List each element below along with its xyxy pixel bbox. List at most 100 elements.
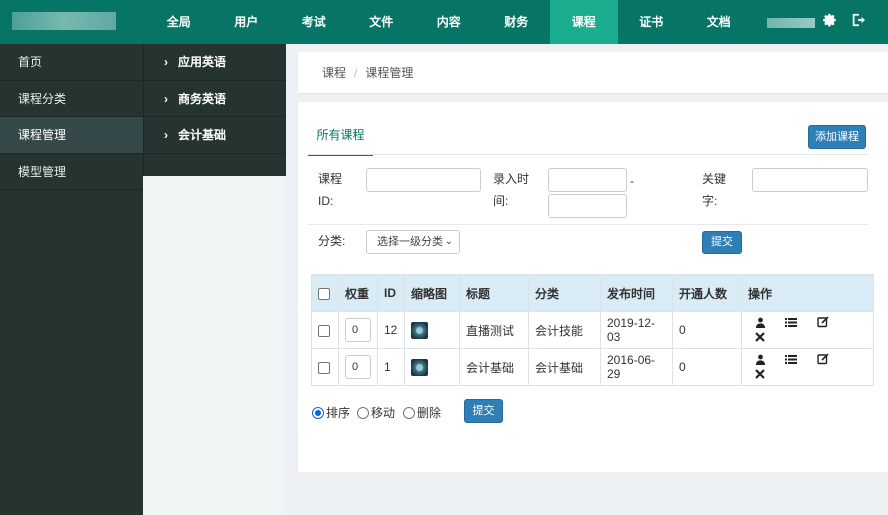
user-icon[interactable] <box>746 317 774 331</box>
row-checkbox[interactable] <box>318 324 330 337</box>
table-row: 0 1 会计基础 会计基础 2016-06-29 0 <box>311 348 874 386</box>
course-thumbnail[interactable] <box>411 358 428 376</box>
breadcrumb-separator: / <box>354 66 358 80</box>
row-checkbox[interactable] <box>318 361 330 374</box>
weight-input[interactable]: 0 <box>345 355 371 379</box>
title-cell: 会计基础 <box>459 348 529 386</box>
submenu-label: 商务英语 <box>178 91 227 106</box>
category-label: 分类: <box>318 234 346 248</box>
breadcrumb: 课程 / 课程管理 <box>298 52 888 94</box>
submenu-item-applied-english[interactable]: › 应用英语 <box>144 44 286 81</box>
weight-cell: 0 <box>338 348 378 386</box>
add-course-button[interactable]: 添加课程 <box>808 125 866 149</box>
table-header-row: 权重 ID 缩略图 标题 分类 发布时间 开通人数 操作 <box>311 274 874 312</box>
course-id-label-line2: ID: <box>318 194 334 208</box>
published-cell: 2019-12-03 <box>600 311 673 349</box>
course-id-input[interactable] <box>366 168 481 192</box>
course-panel: 所有课程 添加课程 课程 ID: 录入时 间: - 关键 字: 分类: 选择一级… <box>298 102 888 472</box>
bulk-option-move[interactable]: 移动 <box>357 404 395 421</box>
entry-time-label-line2: 间: <box>493 194 509 208</box>
submenu-item-accounting-basics[interactable]: › 会计基础 <box>144 117 286 154</box>
thumbnail-cell <box>404 348 460 386</box>
logout-icon[interactable] <box>850 13 866 29</box>
nav-content[interactable]: 内容 <box>415 0 483 44</box>
course-thumbnail[interactable] <box>411 321 428 339</box>
tab-divider <box>308 154 868 155</box>
course-submenu: › 应用英语 › 商务英语 › 会计基础 <box>143 44 286 176</box>
submenu-item-business-english[interactable]: › 商务英语 <box>144 81 286 117</box>
column-enrolled: 开通人数 <box>672 274 742 312</box>
nav-users[interactable]: 用户 <box>213 0 281 44</box>
submenu-label: 应用英语 <box>178 55 227 69</box>
breadcrumb-current: 课程管理 <box>365 66 414 80</box>
submenu-background <box>143 176 286 515</box>
entry-time-label-line1: 录入时 <box>493 172 530 186</box>
category-select[interactable]: 选择一级分类 ⌄ <box>366 230 460 254</box>
sidebar-item-model-management[interactable]: 模型管理 <box>0 154 143 190</box>
breadcrumb-root[interactable]: 课程 <box>322 66 346 80</box>
nav-finance[interactable]: 财务 <box>483 0 551 44</box>
enrolled-cell: 0 <box>672 311 742 349</box>
filter-submit-button[interactable]: 提交 <box>702 231 742 254</box>
date-range-dash: - <box>630 174 634 188</box>
keyword-input[interactable] <box>752 168 868 192</box>
logo[interactable] <box>12 12 116 30</box>
column-thumbnail: 缩略图 <box>404 274 460 312</box>
chevron-right-icon: › <box>164 55 168 69</box>
bulk-option-label: 排序 <box>326 406 351 420</box>
gear-icon[interactable] <box>822 13 838 29</box>
sidebar-item-course-categories[interactable]: 课程分类 <box>0 81 143 117</box>
nav-certificates[interactable]: 证书 <box>618 0 686 44</box>
column-id: ID <box>377 274 405 312</box>
bulk-option-sort[interactable]: 排序 <box>312 404 350 421</box>
start-date-input[interactable] <box>548 168 627 192</box>
bulk-option-label: 删除 <box>417 406 442 420</box>
end-date-input[interactable] <box>548 194 627 218</box>
course-id-label-line1: 课程 <box>318 172 343 186</box>
actions-cell <box>741 311 874 349</box>
filter-divider <box>308 224 868 225</box>
list-icon[interactable] <box>777 317 805 331</box>
radio-move[interactable] <box>357 406 369 419</box>
category-cell: 会计基础 <box>528 348 601 386</box>
radio-delete[interactable] <box>403 406 415 419</box>
bulk-option-delete[interactable]: 删除 <box>403 404 441 421</box>
nav-courses[interactable]: 课程 <box>550 0 618 44</box>
select-all-checkbox[interactable] <box>318 287 330 300</box>
bulk-submit-button[interactable]: 提交 <box>464 399 503 423</box>
title-cell: 直播测试 <box>459 311 529 349</box>
edit-icon[interactable] <box>809 315 837 331</box>
column-published: 发布时间 <box>600 274 673 312</box>
sidebar: 首页 课程分类 课程管理 模型管理 <box>0 44 143 515</box>
radio-sort[interactable] <box>312 406 324 419</box>
nav-exams[interactable]: 考试 <box>280 0 348 44</box>
username[interactable] <box>767 18 815 28</box>
delete-icon[interactable] <box>746 331 774 345</box>
category-select-value: 选择一级分类 <box>377 236 443 248</box>
id-cell: 12 <box>377 311 405 349</box>
edit-icon[interactable] <box>809 352 837 368</box>
column-category: 分类 <box>528 274 601 312</box>
list-icon[interactable] <box>777 354 805 368</box>
nav-documents[interactable]: 文档 <box>685 0 753 44</box>
chevron-right-icon: › <box>164 91 168 106</box>
sidebar-item-home[interactable]: 首页 <box>0 44 143 81</box>
enrolled-cell: 0 <box>672 348 742 386</box>
bulk-option-label: 移动 <box>371 406 396 420</box>
sidebar-item-course-management[interactable]: 课程管理 <box>0 117 143 154</box>
nav-files[interactable]: 文件 <box>348 0 416 44</box>
top-navbar: 全局 用户 考试 文件 内容 财务 课程 证书 文档 <box>0 0 888 44</box>
nav-global[interactable]: 全局 <box>145 0 213 44</box>
id-cell: 1 <box>377 348 405 386</box>
submenu-label: 会计基础 <box>178 128 227 142</box>
actions-cell <box>741 348 874 386</box>
delete-icon[interactable] <box>746 368 774 382</box>
user-icon[interactable] <box>746 354 774 368</box>
chevron-right-icon: › <box>164 128 168 142</box>
row-select-cell <box>311 348 339 386</box>
category-cell: 会计技能 <box>528 311 601 349</box>
main-nav: 全局 用户 考试 文件 内容 财务 课程 证书 文档 <box>145 0 753 44</box>
column-title: 标题 <box>459 274 529 312</box>
tab-all-courses[interactable]: 所有课程 <box>308 122 373 156</box>
weight-input[interactable]: 0 <box>345 318 371 342</box>
